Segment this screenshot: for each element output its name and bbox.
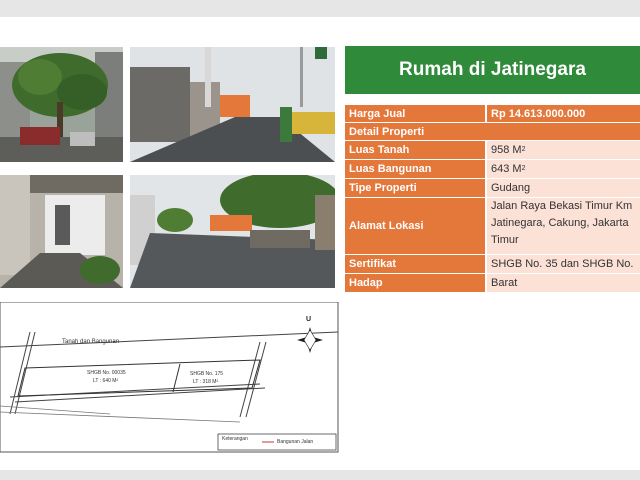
luas-bangunan-unit-sup: 2 (521, 165, 526, 172)
value-luas-bangunan: 643 M2 (487, 160, 640, 178)
plot-1-area: LT : 640 M² (93, 378, 119, 384)
row-detail-properti: Detail Properti (345, 123, 640, 141)
page-title: Rumah di Jatinegara (399, 59, 586, 80)
label-luas-bangunan: Luas Bangunan (345, 160, 487, 178)
label-harga-jual: Harga Jual (345, 105, 487, 122)
plot-1-cert: SHGB No. 00035 (87, 370, 126, 376)
luas-tanah-text: 958 M (491, 144, 522, 156)
luas-bangunan-text: 643 M (491, 163, 522, 175)
slide: Rumah di Jatinegara Harga Jual Rp 14.613… (0, 17, 640, 470)
label-sertifikat: Sertifikat (345, 255, 487, 273)
map-heading: Tanah dan Bangunan (62, 339, 120, 345)
plot-2-cert: SHGB No. 175 (190, 371, 224, 377)
title-bar: Rumah di Jatinegara (345, 46, 640, 94)
row-hadap: Hadap Barat (345, 274, 640, 293)
row-luas-bangunan: Luas Bangunan 643 M2 (345, 160, 640, 179)
site-plan-map: Tanah dan Bangunan SHGB No. 00035 LT : 6… (0, 302, 340, 457)
legend-key: Keterangan (222, 436, 248, 442)
label-luas-tanah: Luas Tanah (345, 141, 487, 159)
photo-alley (0, 175, 123, 288)
label-tipe-properti: Tipe Properti (345, 179, 487, 197)
value-tipe-properti: Gudang (487, 179, 640, 197)
row-luas-tanah: Luas Tanah 958 M2 (345, 141, 640, 160)
row-tipe-properti: Tipe Properti Gudang (345, 179, 640, 198)
photo-wet-road (130, 175, 335, 288)
value-luas-tanah: 958 M2 (487, 141, 640, 159)
photo-street-buildings (130, 47, 335, 162)
row-sertifikat: Sertifikat SHGB No. 35 dan SHGB No. (345, 255, 640, 274)
value-hadap: Barat (487, 274, 640, 292)
value-sertifikat: SHGB No. 35 dan SHGB No. (487, 255, 640, 273)
row-harga-jual: Harga Jual Rp 14.613.000.000 (345, 105, 640, 123)
photo-street-tree (0, 47, 123, 162)
value-alamat-lokasi: Jalan Raya Bekasi Timur Km Jatinegara, C… (487, 198, 640, 254)
legend-item: Bangunan Jalan (277, 439, 314, 445)
luas-tanah-unit-sup: 2 (521, 146, 526, 153)
label-detail-properti: Detail Properti (345, 123, 640, 140)
label-hadap: Hadap (345, 274, 487, 292)
label-alamat-lokasi: Alamat Lokasi (345, 198, 487, 254)
value-harga-jual: Rp 14.613.000.000 (487, 105, 640, 122)
compass-north-label: U (306, 316, 312, 323)
property-info-table: Harga Jual Rp 14.613.000.000 Detail Prop… (345, 105, 640, 293)
row-alamat-lokasi: Alamat Lokasi Jalan Raya Bekasi Timur Km… (345, 198, 640, 255)
plot-2-area: LT : 318 M² (193, 379, 219, 385)
